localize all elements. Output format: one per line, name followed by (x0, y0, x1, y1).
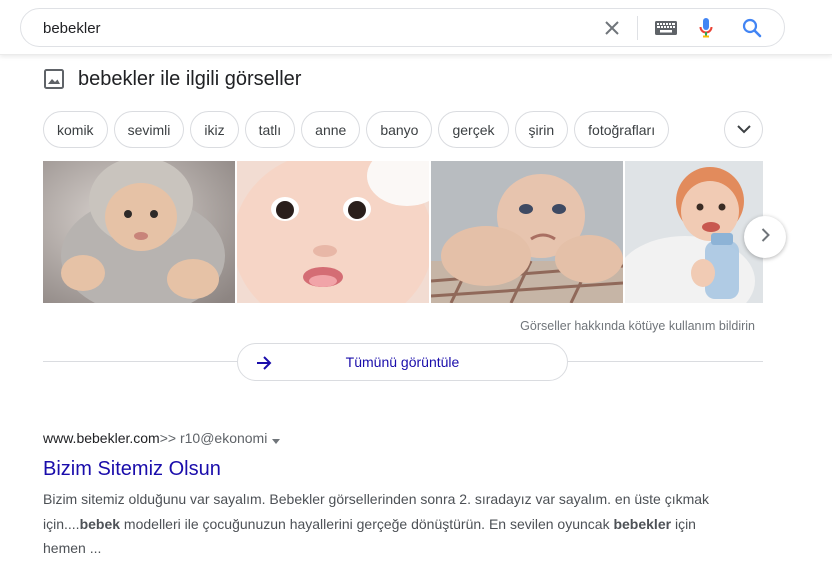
chip-tatli[interactable]: tatlı (244, 111, 296, 148)
chip-komik[interactable]: komik (43, 111, 108, 148)
chip-sevimli[interactable]: sevimli (113, 111, 185, 148)
search-icon[interactable] (741, 17, 763, 39)
view-all-label: Tümünü görüntüle (345, 354, 460, 370)
keyboard-icon[interactable] (653, 17, 679, 39)
close-icon[interactable] (601, 17, 623, 39)
result-path: >> r10@ekonomi (159, 430, 268, 446)
chip-sirin[interactable]: şirin (514, 111, 569, 148)
chevron-right-icon (761, 227, 770, 247)
mic-icon[interactable] (695, 17, 717, 39)
snippet-highlight: bebekler (613, 515, 672, 532)
image-thumbnail[interactable] (625, 161, 763, 303)
chevron-down-icon (736, 121, 751, 139)
search-result: www.bebekler.com >> r10@ekonomi Bizim Sit… (43, 429, 723, 561)
chip-ikiz[interactable]: ikiz (190, 111, 239, 148)
caret-down-icon[interactable] (271, 433, 281, 444)
images-section-header: bebekler ile ilgili görseller (43, 66, 301, 92)
images-section-title: bebekler ile ilgili görseller (78, 67, 302, 90)
view-all-button[interactable]: Tümünü görüntüle (237, 343, 568, 381)
chip-banyo[interactable]: banyo (366, 111, 433, 148)
next-images-button[interactable] (744, 216, 786, 258)
snippet-text: modelleri ile çocuğunuzun hayallerini ge… (120, 515, 614, 532)
chip-gercek[interactable]: gerçek (438, 111, 509, 148)
chip-fotograflari[interactable]: fotoğrafları (574, 111, 670, 148)
related-chips: komik sevimli ikiz tatlı anne banyo gerç… (43, 111, 670, 148)
snippet-highlight: bebek (79, 515, 121, 532)
result-snippet: Bizim sitemiz olduğunu var sayalım. Bebe… (43, 487, 713, 561)
search-box (20, 8, 785, 47)
chip-anne[interactable]: anne (301, 111, 361, 148)
report-images-link[interactable]: Görseller hakkında kötüye kullanım bildi… (520, 319, 755, 333)
search-divider (637, 16, 638, 40)
expand-chips-button[interactable] (724, 111, 763, 148)
search-input[interactable] (43, 18, 583, 38)
result-title-link[interactable]: Bizim Sitemiz Olsun (43, 456, 723, 482)
image-thumbnail[interactable] (237, 161, 429, 303)
top-search-bar (0, 0, 832, 55)
result-domain: www.bebekler.com (43, 430, 160, 446)
image-thumbnail[interactable] (431, 161, 623, 303)
image-thumbnail[interactable] (43, 161, 235, 303)
image-icon (43, 68, 65, 90)
result-cite: www.bebekler.com >> r10@ekonomi (43, 429, 723, 447)
